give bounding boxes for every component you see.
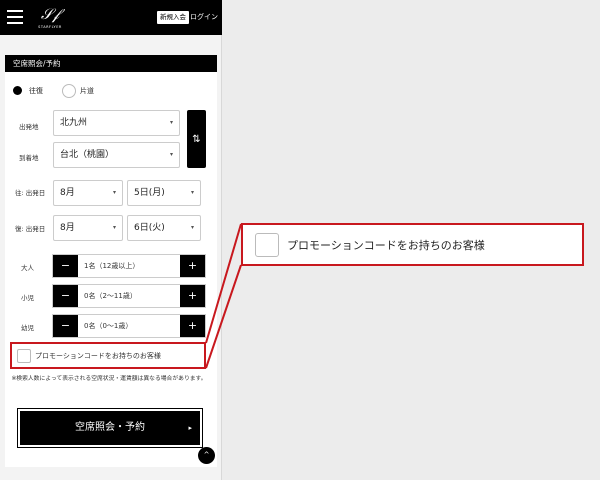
adult-count: 1名（12歳以上） xyxy=(84,262,140,270)
departure-select[interactable]: 北九州 ▾ xyxy=(53,110,180,136)
dropdown-caret-icon: ▾ xyxy=(190,224,194,231)
return-month-value: 8月 xyxy=(60,223,75,233)
infant-count: 0名（0〜1歳） xyxy=(84,322,133,330)
child-label: 小児 xyxy=(21,294,34,302)
infant-stepper: − 0名（0〜1歳） + xyxy=(52,314,206,338)
return-date-label: 復: 出発日 xyxy=(15,225,46,233)
adult-plus-button[interactable]: + xyxy=(180,255,205,277)
search-note: ※検索人数によって表示される空席状況・運賃額は異なる場合があります。 xyxy=(11,376,207,382)
outbound-month-select[interactable]: 8月 ▾ xyxy=(53,180,123,206)
promo-label: プロモーションコードをお持ちのお客様 xyxy=(35,351,161,360)
logo-wordmark: STARFLYER xyxy=(38,25,62,29)
search-button[interactable]: 空席照会・予約 ▸ xyxy=(17,408,203,448)
adult-stepper: − 1名（12歳以上） + xyxy=(52,254,206,278)
radio-label: 往復 xyxy=(29,87,43,95)
dropdown-caret-icon: ▾ xyxy=(190,189,194,196)
adult-label: 大人 xyxy=(21,264,34,272)
booking-form: 空席照会/予約 往復 片道 出発地 北九州 ▾ 到着地 台北（桃園） ▾ ⇅ 往… xyxy=(5,55,217,467)
radio-one-way[interactable]: 片道 xyxy=(62,84,94,98)
departure-value: 北九州 xyxy=(60,118,88,128)
promo-checkbox[interactable] xyxy=(17,348,31,363)
dropdown-caret-icon: ▾ xyxy=(169,151,173,158)
infant-minus-button[interactable]: − xyxy=(53,315,78,337)
arrival-label: 到着地 xyxy=(19,154,39,162)
infant-plus-button[interactable]: + xyxy=(180,315,205,337)
child-plus-button[interactable]: + xyxy=(180,285,205,307)
child-count: 0名（2〜11歳） xyxy=(84,292,137,300)
child-minus-button[interactable]: − xyxy=(53,285,78,307)
departure-label: 出発地 xyxy=(19,123,39,131)
promo-code-checkbox-row[interactable]: プロモーションコードをお持ちのお客様 xyxy=(10,342,206,369)
return-month-select[interactable]: 8月 ▾ xyxy=(53,215,123,241)
starflyer-logo[interactable]: 𝒮𝒻 STARFLYER xyxy=(36,4,64,32)
outbound-date-label: 往: 出発日 xyxy=(15,189,46,197)
promo-checkbox-zoom[interactable] xyxy=(255,232,279,257)
outbound-day-select[interactable]: 5日(月) ▾ xyxy=(127,180,201,206)
form-title: 空席照会/予約 xyxy=(5,55,217,72)
radio-unchecked-icon xyxy=(62,84,76,98)
arrival-value: 台北（桃園） xyxy=(60,150,115,160)
radio-checked-icon xyxy=(11,84,25,98)
dropdown-caret-icon: ▾ xyxy=(112,224,116,231)
return-day-value: 6日(火) xyxy=(134,223,165,233)
swap-arrows-icon: ⇅ xyxy=(192,133,201,145)
dropdown-caret-icon: ▾ xyxy=(112,189,116,196)
top-bar: 𝒮𝒻 STARFLYER 新規入会 ログイン xyxy=(0,0,222,35)
return-day-select[interactable]: 6日(火) ▾ xyxy=(127,215,201,241)
swap-airports-button[interactable]: ⇅ xyxy=(187,110,206,168)
promo-label-zoom: プロモーションコードをお持ちのお客様 xyxy=(287,238,485,252)
radio-label: 片道 xyxy=(80,87,94,95)
login-link[interactable]: ログイン xyxy=(190,11,218,24)
outbound-day-value: 5日(月) xyxy=(134,188,165,198)
chevron-right-icon: ▸ xyxy=(188,424,192,432)
chevron-up-icon: ^ xyxy=(203,451,210,459)
promo-code-zoom: プロモーションコードをお持ちのお客様 xyxy=(241,223,584,266)
phone-screen: 𝒮𝒻 STARFLYER 新規入会 ログイン 空席照会/予約 往復 片道 出発地… xyxy=(0,0,222,480)
infant-label: 幼児 xyxy=(21,324,34,332)
hamburger-icon[interactable] xyxy=(6,8,24,26)
arrival-select[interactable]: 台北（桃園） ▾ xyxy=(53,142,180,168)
register-button[interactable]: 新規入会 xyxy=(157,11,189,24)
scroll-to-top-button[interactable]: ^ xyxy=(198,447,215,464)
child-stepper: − 0名（2〜11歳） + xyxy=(52,284,206,308)
logo-mark: 𝒮𝒻 xyxy=(40,5,60,23)
search-button-label: 空席照会・予約 xyxy=(75,422,145,433)
radio-round-trip[interactable]: 往復 xyxy=(11,84,43,98)
adult-minus-button[interactable]: − xyxy=(53,255,78,277)
outbound-month-value: 8月 xyxy=(60,188,75,198)
dropdown-caret-icon: ▾ xyxy=(169,119,173,126)
